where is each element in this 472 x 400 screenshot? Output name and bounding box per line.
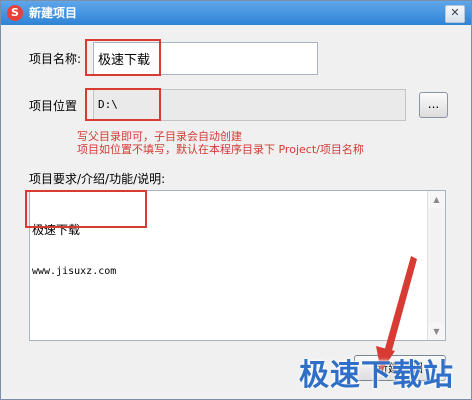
new-project-dialog: S 新建项目 ✕ 项目名称: 极速下载 项目位置 D:\ ... 写父目录即可，…	[0, 0, 472, 400]
annotation-arrow	[376, 256, 417, 372]
watermark-text: 极速下载站	[299, 358, 454, 393]
